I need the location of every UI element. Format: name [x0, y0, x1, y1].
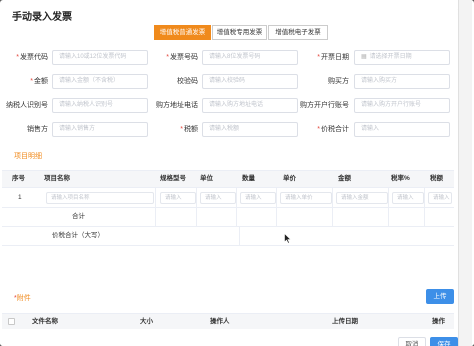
invoice-no-input[interactable]: 请输入8位发票号码: [202, 50, 298, 65]
item-name-input[interactable]: 请输入项目名称: [46, 192, 154, 204]
amount-input[interactable]: 请输入金额（不含税）: [52, 74, 148, 89]
tab-special-vat[interactable]: 增值税专用发票: [212, 25, 267, 40]
invoice-code-input[interactable]: 请输入10或12位发票代码: [52, 50, 148, 65]
item-qty-input[interactable]: 请输入: [240, 192, 276, 204]
col-actions: 操作: [432, 318, 445, 325]
grid-line: [424, 188, 425, 227]
grid-line: [332, 188, 333, 227]
buyer-address-input[interactable]: 请输入购方地址电话: [202, 98, 298, 113]
grand-total-row: 价税合计（大写）: [2, 227, 454, 246]
total-label: *价税合计: [317, 126, 349, 133]
items-table-header: 序号 项目名称 规格型号 单位 数量 单价 金额 税率% 税额: [2, 170, 454, 188]
col-file-size: 大小: [140, 318, 153, 325]
taxpayer-id-label: 纳税人识别号: [6, 102, 48, 109]
item-spec-input[interactable]: 请输入: [160, 192, 196, 204]
dialog-title: 手动录入发票: [12, 12, 72, 23]
tab-electronic-vat[interactable]: 增值税电子发票: [268, 25, 328, 40]
seller-label: 销售方: [27, 126, 48, 133]
save-button[interactable]: 保存: [430, 337, 458, 346]
amount-label: *金额: [30, 78, 48, 85]
calendar-icon: ▦: [361, 54, 367, 60]
col-unit: 单位: [200, 175, 213, 182]
tax-label: *税额: [180, 126, 198, 133]
grid-line: [155, 188, 156, 227]
select-all-checkbox[interactable]: [8, 318, 15, 325]
col-spec: 规格型号: [160, 175, 186, 182]
grid-line: [276, 188, 277, 227]
mouse-cursor-icon: [284, 233, 292, 244]
col-amount: 金额: [338, 175, 351, 182]
upload-button[interactable]: 上传: [426, 289, 454, 304]
col-tax: 税额: [430, 175, 443, 182]
item-tax-input[interactable]: 请输入: [428, 192, 452, 204]
col-rate: 税率%: [391, 175, 410, 182]
item-price-input[interactable]: 请输入单价: [280, 192, 332, 204]
col-operator: 操作人: [210, 318, 230, 325]
grand-total-label: 价税合计（大写）: [52, 232, 104, 239]
col-upload-date: 上传日期: [332, 318, 358, 325]
item-amount-input[interactable]: 请输入金额: [336, 192, 388, 204]
grid-line: [236, 188, 237, 227]
item-rate-input[interactable]: 请输入: [392, 192, 424, 204]
scrollbar[interactable]: [458, 0, 472, 346]
col-qty: 数量: [242, 175, 255, 182]
total-input[interactable]: 请输入: [354, 122, 450, 137]
col-index: 序号: [12, 175, 25, 182]
invoice-no-label: *发票号码: [166, 54, 198, 61]
invoice-type-tabs: 增值税普通发票 增值税专用发票 增值税电子发票: [154, 25, 329, 40]
tax-input[interactable]: 请输入税额: [202, 122, 298, 137]
invoice-code-label: *发票代码: [16, 54, 48, 61]
cancel-button[interactable]: 取消: [398, 337, 426, 346]
check-code-label: 校验码: [177, 78, 198, 85]
col-name: 项目名称: [44, 175, 70, 182]
items-section-title: 项目明细: [14, 153, 42, 160]
buyer-input[interactable]: 请输入购买方: [354, 74, 450, 89]
col-file-name: 文件名称: [32, 318, 58, 325]
grid-line: [239, 227, 240, 246]
issue-date-picker[interactable]: ▦ 请选择开票日期: [354, 50, 450, 65]
attachments-section-title: *附件: [14, 295, 31, 302]
subtotal-label: 合计: [72, 213, 85, 220]
buyer-bank-label: 购方开户行账号: [300, 102, 349, 109]
subtotal-row: 合计: [2, 208, 454, 227]
col-price: 单价: [283, 175, 296, 182]
issue-date-label: *开票日期: [317, 54, 349, 61]
table-row: 1 请输入项目名称 请输入 请输入 请输入 请输入单价 请输入金额 请输入 请输…: [2, 188, 454, 208]
item-unit-input[interactable]: 请输入: [200, 192, 236, 204]
row-index: 1: [18, 194, 22, 201]
check-code-input[interactable]: 请输入校验码: [202, 74, 298, 89]
buyer-bank-input[interactable]: 请输入购方开户行账号: [354, 98, 450, 113]
tab-general-vat[interactable]: 增值税普通发票: [154, 25, 211, 40]
grid-line: [196, 188, 197, 227]
buyer-address-label: 购方地址电话: [156, 102, 198, 109]
taxpayer-id-input[interactable]: 请输入纳税人识别号: [52, 98, 148, 113]
attachments-table-header: 文件名称 大小 操作人 上传日期 操作: [2, 313, 454, 329]
grid-line: [388, 188, 389, 227]
manual-invoice-dialog: 手动录入发票 × 增值税普通发票 增值税专用发票 增值税电子发票 *发票代码 请…: [0, 0, 474, 346]
buyer-label: 购买方: [328, 78, 349, 85]
seller-input[interactable]: 请输入销售方: [52, 122, 148, 137]
